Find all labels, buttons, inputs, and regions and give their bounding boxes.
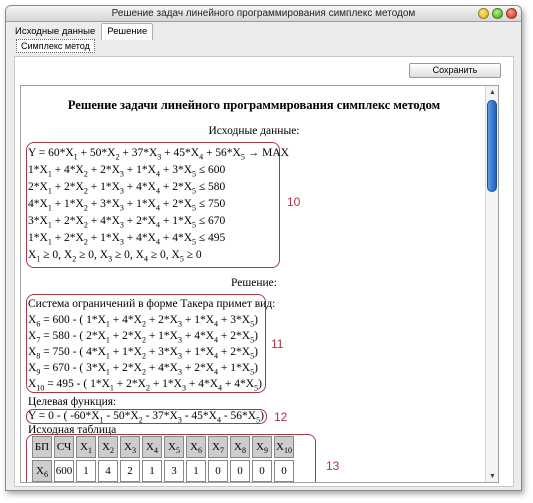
table-cell: 0: [274, 460, 294, 482]
annotation-12: 12: [274, 410, 288, 424]
tab-solution[interactable]: Решение: [101, 23, 154, 40]
tab-input-data[interactable]: Исходные данные: [9, 23, 101, 40]
close-button[interactable]: [506, 8, 517, 19]
title-bar: Решение задач линейного программирования…: [6, 6, 521, 22]
nonnegativity-constraints: X1 ≥ 0, X2 ≥ 0, X3 ≥ 0, X4 ≥ 0, X5 ≥ 0: [28, 249, 202, 264]
table-cell: 3: [164, 460, 184, 482]
objective-equation: Y = 60*X1 + 50*X2 + 37*X3 + 45*X4 + 56*X…: [28, 147, 289, 162]
annotation-13: 13: [326, 459, 340, 473]
minimize-button[interactable]: [478, 8, 489, 19]
table-cell: 1: [142, 460, 162, 482]
maximize-button[interactable]: [492, 8, 503, 19]
objective-heading: Целевая функция:: [28, 396, 117, 408]
scroll-down-arrow-icon[interactable]: ▼: [486, 470, 498, 482]
tucker-row-x8: X8 = 750 - ( 4*X1 + 1*X2 + 3*X3 + 1*X4 +…: [28, 346, 258, 361]
constraint-3: 4*X1 + 1*X2 + 3*X3 + 1*X4 + 2*X5 ≤ 750: [28, 198, 226, 213]
annotation-11: 11: [271, 337, 284, 351]
constraint-1: 1*X1 + 4*X2 + 2*X3 + 1*X4 + 3*X5 ≤ 600: [28, 164, 226, 179]
table-cell: 1: [76, 460, 96, 482]
save-button[interactable]: Сохранить: [409, 63, 501, 78]
tucker-intro: Система ограничений в форме Такера приме…: [28, 298, 276, 310]
header-cell: X8: [230, 436, 250, 458]
input-data-heading: Исходные данные:: [208, 125, 300, 137]
table-cell: 2: [120, 460, 140, 482]
header-cell: X1: [76, 436, 96, 458]
tucker-row-x10: X10 = 495 - ( 1*X1 + 2*X2 + 1*X3 + 4*X4 …: [28, 378, 262, 393]
header-cell: X4: [142, 436, 162, 458]
tab-simplex-method[interactable]: Симплекс метод: [16, 39, 95, 53]
solution-panel: Сохранить Решение задачи линейного прогр…: [14, 56, 514, 487]
table-header-row: БП СЧ X1 X2 X3 X4 X5 X6 X7 X8 X9 X10: [32, 436, 294, 458]
constraint-2: 2*X1 + 2*X2 + 1*X3 + 4*X4 + 2*X5 ≤ 580: [28, 181, 226, 196]
header-cell: X3: [120, 436, 140, 458]
table-cell: 1: [186, 460, 206, 482]
tucker-row-x9: X9 = 670 - ( 3*X1 + 2*X2 + 4*X3 + 2*X4 +…: [28, 362, 258, 377]
scroll-thumb[interactable]: [487, 100, 497, 192]
header-cell: X7: [208, 436, 228, 458]
header-cell: X9: [252, 436, 272, 458]
table-cell: 4: [98, 460, 118, 482]
solution-document: Решение задачи линейного программировани…: [20, 85, 499, 483]
simplex-table: БП СЧ X1 X2 X3 X4 X5 X6 X7 X8 X9 X10 X6 …: [30, 434, 296, 482]
main-window: Решение задач линейного программирования…: [5, 5, 522, 491]
header-cell: X5: [164, 436, 184, 458]
header-cell: X2: [98, 436, 118, 458]
scroll-up-arrow-icon[interactable]: ▲: [486, 86, 498, 98]
main-tabs: Исходные данные Решение: [9, 23, 154, 40]
header-cell: X6: [186, 436, 206, 458]
table-row: X6 600 1 4 2 1 3 1 0 0 0 0: [32, 460, 294, 482]
constraint-4: 3*X1 + 2*X2 + 4*X3 + 2*X4 + 1*X5 ≤ 670: [28, 215, 226, 230]
tucker-row-x7: X7 = 580 - ( 2*X1 + 2*X2 + 1*X3 + 4*X4 +…: [28, 330, 258, 345]
window-controls: [478, 8, 517, 19]
header-cell: СЧ: [54, 436, 74, 458]
solution-heading: Решение:: [231, 277, 277, 289]
window-title: Решение задач линейного программирования…: [111, 8, 416, 19]
table-cell: 0: [252, 460, 272, 482]
table-cell: 0: [208, 460, 228, 482]
header-cell: БП: [32, 436, 52, 458]
table-cell: 600: [54, 460, 74, 482]
constraint-5: 1*X1 + 2*X2 + 1*X3 + 4*X4 + 4*X5 ≤ 495: [28, 232, 226, 247]
annotation-10: 10: [287, 195, 301, 209]
objective-function: Y = 0 - ( -60*X1 - 50*X2 - 37*X3 - 45*X4…: [28, 410, 264, 425]
document-title: Решение задачи линейного программировани…: [67, 98, 441, 112]
header-cell: X10: [274, 436, 294, 458]
tucker-row-x6: X6 = 600 - ( 1*X1 + 4*X2 + 2*X3 + 1*X4 +…: [28, 314, 258, 329]
table-cell: 0: [230, 460, 250, 482]
basis-cell: X6: [32, 460, 52, 482]
sub-tabs: Симплекс метод: [16, 39, 95, 55]
vertical-scrollbar[interactable]: ▲ ▼: [485, 86, 498, 482]
